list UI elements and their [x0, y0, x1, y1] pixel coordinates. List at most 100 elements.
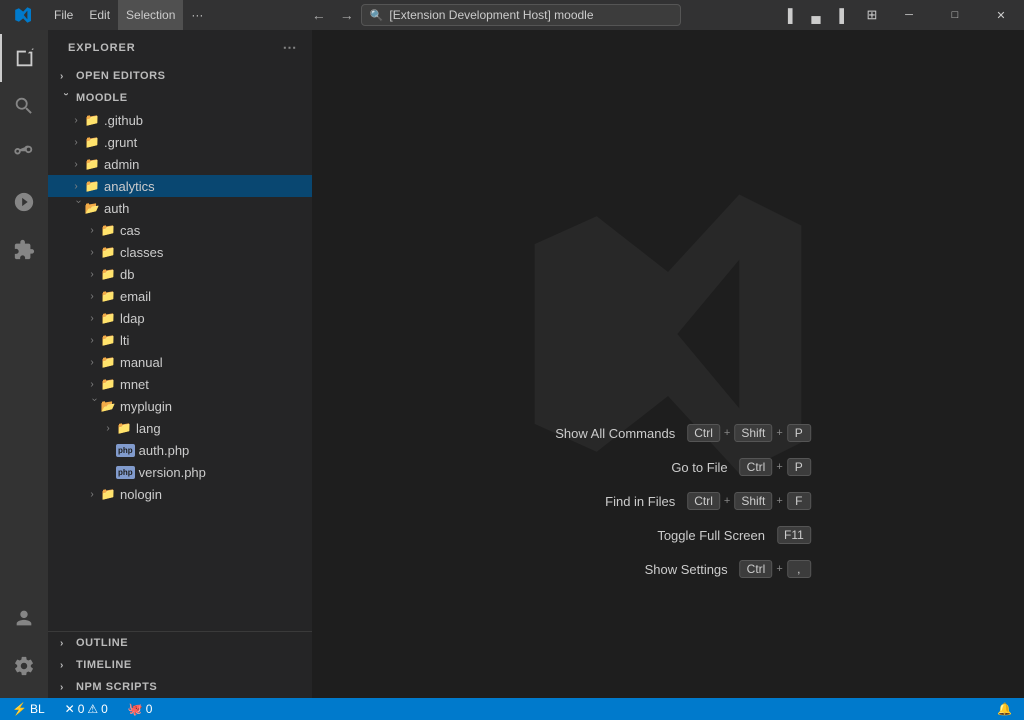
main-area: EXPLORER ⋯ › OPEN EDITORS › MOODLE › 📁 .…	[0, 30, 1024, 698]
admin-folder-icon: 📁	[84, 156, 100, 172]
remote-indicator[interactable]: ⚡ BL	[8, 698, 49, 720]
key-ctrl-5: Ctrl	[740, 560, 773, 578]
manual-folder-icon: 📁	[100, 354, 116, 370]
nav-back-button[interactable]: ←	[305, 0, 333, 30]
titlebar: File Edit Selection ··· ← → 🔍 [Extension…	[0, 0, 1024, 30]
sidebar-title: EXPLORER	[68, 42, 136, 54]
search-text: [Extension Development Host] moodle	[389, 8, 593, 22]
shortcut-go-to-file-keys: Ctrl + P	[740, 458, 811, 476]
tree-item-classes[interactable]: › 📁 classes	[48, 241, 312, 263]
activity-search-icon[interactable]	[0, 82, 48, 130]
outline-section[interactable]: › OUTLINE	[48, 632, 312, 654]
menu-edit[interactable]: Edit	[81, 0, 118, 30]
menu-file[interactable]: File	[46, 0, 81, 30]
tree-item-lang[interactable]: › 📁 lang	[48, 417, 312, 439]
shortcut-toggle-fullscreen: Toggle Full Screen F11	[525, 526, 811, 544]
activity-settings-icon[interactable]	[0, 642, 48, 690]
myplugin-chevron-icon: ›	[84, 398, 100, 414]
tree-item-nologin[interactable]: › 📁 nologin	[48, 483, 312, 505]
titlebar-right: ▐ ▄ ▌ ⊞ ─ □ ✕	[774, 0, 1024, 30]
db-chevron-icon: ›	[84, 266, 100, 282]
key-ctrl-2: Ctrl	[740, 458, 773, 476]
outline-chevron: ›	[60, 638, 72, 649]
timeline-chevron: ›	[60, 660, 72, 671]
info-indicator[interactable]: 🐙 0	[124, 698, 157, 720]
php-badge-version: php	[116, 466, 135, 479]
classes-chevron-icon: ›	[84, 244, 100, 260]
key-f-3: F	[787, 492, 811, 510]
npm-scripts-section[interactable]: › NPM SCRIPTS	[48, 676, 312, 698]
activity-bar-bottom	[0, 594, 48, 698]
close-button[interactable]: ✕	[978, 0, 1024, 30]
remote-icon: ⚡	[12, 702, 27, 716]
tree-item-lti[interactable]: › 📁 lti	[48, 329, 312, 351]
key-plus-5a: +	[776, 563, 782, 575]
ldap-chevron-icon: ›	[84, 310, 100, 326]
shortcut-show-settings-keys: Ctrl + ,	[740, 560, 811, 578]
bell-button[interactable]: 🔔	[993, 698, 1016, 720]
tree-item-admin[interactable]: › 📁 admin	[48, 153, 312, 175]
key-f11: F11	[777, 526, 811, 544]
key-ctrl-3: Ctrl	[687, 492, 720, 510]
toggle-panel-button[interactable]: ▄	[802, 0, 830, 30]
activity-extensions-icon[interactable]	[0, 226, 48, 274]
new-file-button[interactable]: ⋯	[280, 38, 300, 58]
tree-item-myplugin[interactable]: › 📂 myplugin	[48, 395, 312, 417]
activity-account-icon[interactable]	[0, 594, 48, 642]
menu-selection[interactable]: Selection	[118, 0, 183, 30]
maximize-button[interactable]: □	[932, 0, 978, 30]
key-plus-3a: +	[724, 495, 730, 507]
tree-item-cas[interactable]: › 📁 cas	[48, 219, 312, 241]
errors-indicator[interactable]: ✕ 0 ⚠ 0	[61, 698, 112, 720]
info-count: 0	[146, 702, 153, 716]
menu-more[interactable]: ···	[183, 0, 211, 30]
toggle-primary-sidebar-button[interactable]: ▐	[774, 0, 802, 30]
shortcut-go-to-file: Go to File Ctrl + P	[525, 458, 811, 476]
nav-forward-button[interactable]: →	[333, 0, 361, 30]
bell-icon: 🔔	[997, 702, 1012, 716]
tree-item-manual[interactable]: › 📁 manual	[48, 351, 312, 373]
sidebar-header: EXPLORER ⋯	[48, 30, 312, 65]
minimize-button[interactable]: ─	[886, 0, 932, 30]
key-p-2: P	[787, 458, 811, 476]
shortcut-show-all-commands: Show All Commands Ctrl + Shift + P	[525, 424, 811, 442]
tree-item-auth-php[interactable]: › php auth.php	[48, 439, 312, 461]
warning-icon: ⚠	[87, 702, 98, 716]
tree-item-auth[interactable]: › 📂 auth	[48, 197, 312, 219]
activity-run-debug-icon[interactable]	[0, 178, 48, 226]
tree-item-version-php[interactable]: › php version.php	[48, 461, 312, 483]
moodle-section[interactable]: › MOODLE	[48, 87, 312, 109]
key-shift-1: Shift	[734, 424, 772, 442]
title-search-bar[interactable]: 🔍 [Extension Development Host] moodle	[361, 4, 681, 26]
layout-buttons: ▐ ▄ ▌ ⊞	[774, 0, 886, 30]
lti-folder-icon: 📁	[100, 332, 116, 348]
tree-item-email[interactable]: › 📁 email	[48, 285, 312, 307]
grunt-chevron-icon: ›	[68, 134, 84, 150]
tree-item-mnet[interactable]: › 📁 mnet	[48, 373, 312, 395]
tree-item-db[interactable]: › 📁 db	[48, 263, 312, 285]
customize-layout-button[interactable]: ⊞	[858, 0, 886, 30]
key-plus-1b: +	[776, 427, 782, 439]
grunt-folder-icon: 📁	[84, 134, 100, 150]
open-editors-section[interactable]: › OPEN EDITORS	[48, 65, 312, 87]
shortcut-go-to-file-label: Go to File	[578, 460, 728, 475]
key-plus-1a: +	[724, 427, 730, 439]
tree-item-ldap[interactable]: › 📁 ldap	[48, 307, 312, 329]
activity-source-control-icon[interactable]	[0, 130, 48, 178]
info-icon: 🐙	[128, 702, 143, 716]
tree-item-github[interactable]: › 📁 .github	[48, 109, 312, 131]
tree-item-analytics[interactable]: › 📁 analytics	[48, 175, 312, 197]
toggle-secondary-sidebar-button[interactable]: ▌	[830, 0, 858, 30]
timeline-section[interactable]: › TIMELINE	[48, 654, 312, 676]
analytics-chevron-icon: ›	[68, 178, 84, 194]
titlebar-left: File Edit Selection ···	[0, 0, 211, 30]
lang-folder-icon: 📁	[116, 420, 132, 436]
key-plus-3b: +	[776, 495, 782, 507]
shortcut-show-settings: Show Settings Ctrl + ,	[525, 560, 811, 578]
nologin-chevron-icon: ›	[84, 486, 100, 502]
key-shift-3: Shift	[734, 492, 772, 510]
cas-folder-icon: 📁	[100, 222, 116, 238]
activity-explorer-icon[interactable]	[0, 34, 48, 82]
tree-item-grunt[interactable]: › 📁 .grunt	[48, 131, 312, 153]
sidebar: EXPLORER ⋯ › OPEN EDITORS › MOODLE › 📁 .…	[48, 30, 312, 698]
